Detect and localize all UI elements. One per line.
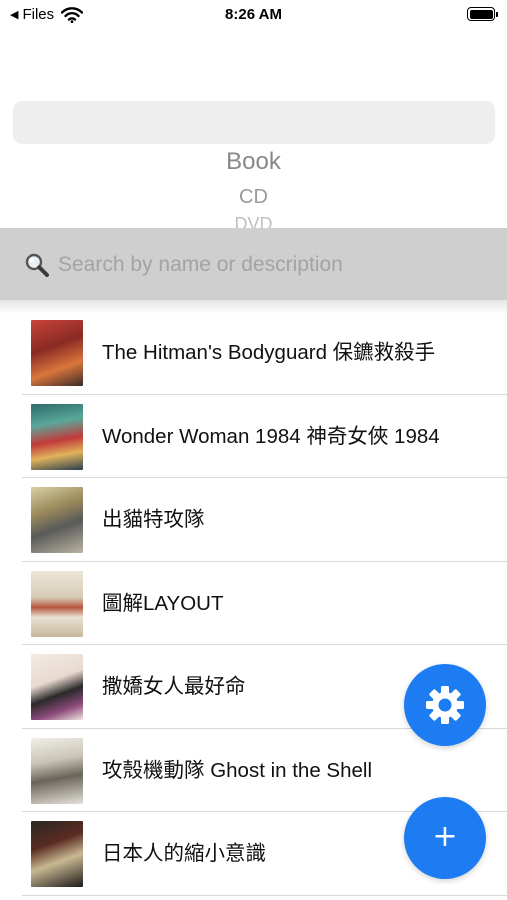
- cover-thumbnail: [31, 821, 83, 887]
- search-input[interactable]: [58, 250, 478, 280]
- plus-icon: +: [432, 819, 458, 854]
- divider: [22, 894, 507, 896]
- picker-option-cd[interactable]: CD: [0, 186, 507, 209]
- item-title: 圖解LAYOUT: [102, 591, 224, 615]
- picker-option-dvd[interactable]: DVD: [0, 214, 507, 228]
- picker-option-book[interactable]: Book: [0, 148, 507, 176]
- item-title: 日本人的縮小意識: [102, 842, 266, 865]
- list-item[interactable]: 出貓特攻隊: [0, 478, 507, 562]
- list-item[interactable]: Wonder Woman 1984 神奇女俠 1984: [0, 395, 507, 478]
- gear-icon: [426, 686, 464, 724]
- list-item[interactable]: The Hitman's Bodyguard 保鑣救殺手: [0, 311, 507, 395]
- cover-thumbnail: [31, 570, 83, 637]
- item-title: Wonder Woman 1984 神奇女俠 1984: [102, 424, 440, 448]
- settings-button[interactable]: [404, 664, 486, 746]
- item-title: 出貓特攻隊: [102, 508, 205, 531]
- item-title: 撒嬌女人最好命: [102, 675, 246, 698]
- item-title: 攻殼機動隊 Ghost in the Shell: [102, 758, 373, 782]
- category-picker-selection[interactable]: [13, 101, 495, 144]
- add-item-button[interactable]: +: [404, 797, 486, 879]
- status-time: 8:26 AM: [225, 6, 282, 23]
- search-icon: [25, 253, 49, 277]
- search-bar: [0, 228, 507, 300]
- cover-thumbnail: [31, 487, 83, 553]
- cover-thumbnail: [31, 654, 83, 720]
- status-bar: ◀ Files 8:26 AM: [0, 0, 507, 30]
- item-title: The Hitman's Bodyguard 保鑣救殺手: [102, 341, 436, 364]
- list-item[interactable]: 圖解LAYOUT: [0, 562, 507, 645]
- cover-thumbnail: [31, 320, 83, 386]
- cover-thumbnail: [31, 403, 83, 470]
- battery-icon: [467, 7, 498, 21]
- cover-thumbnail: [31, 737, 83, 804]
